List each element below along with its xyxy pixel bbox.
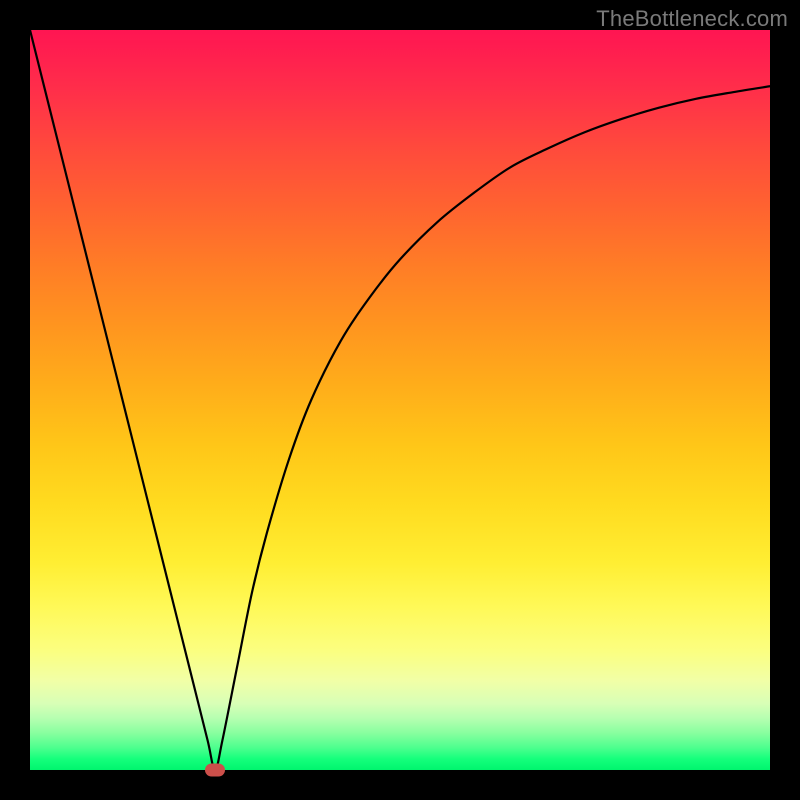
chart-frame: TheBottleneck.com — [0, 0, 800, 800]
optimal-marker — [205, 764, 225, 777]
plot-area — [30, 30, 770, 770]
watermark-text: TheBottleneck.com — [596, 6, 788, 32]
bottleneck-curve — [30, 30, 770, 770]
